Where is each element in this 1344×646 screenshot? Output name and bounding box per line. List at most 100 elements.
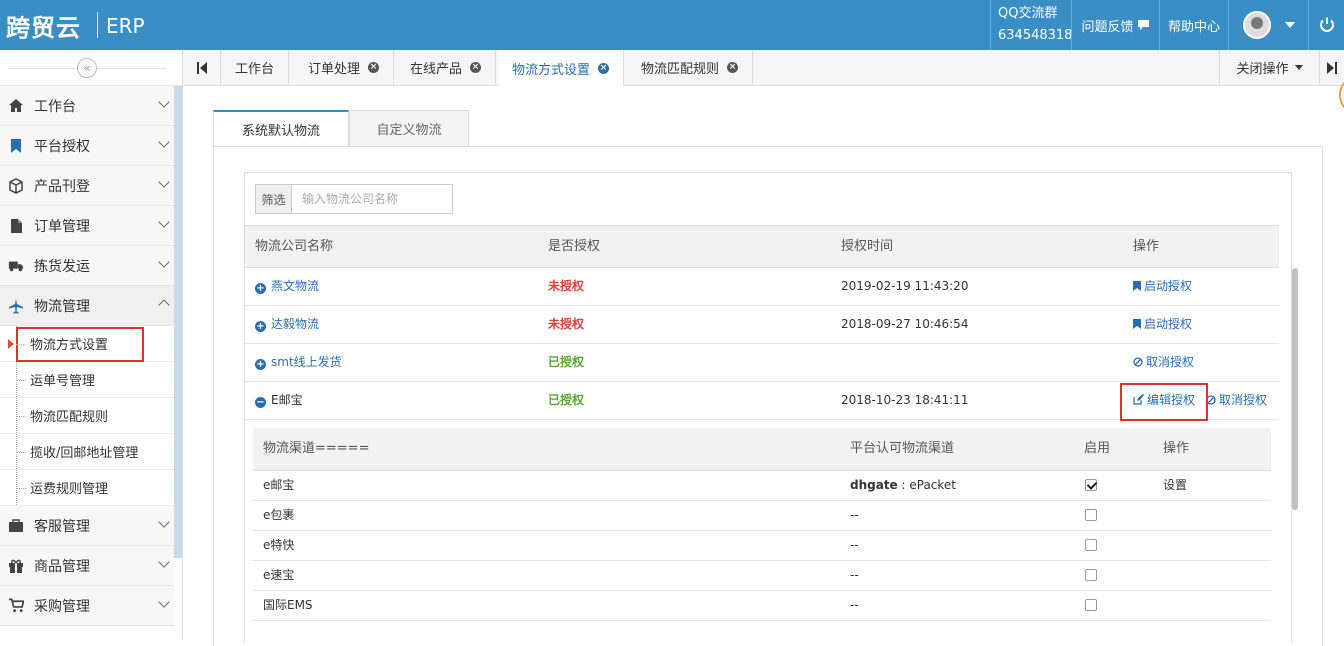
close-operations-dropdown[interactable]: 关闭操作 bbox=[1219, 50, 1320, 85]
expand-icon[interactable]: + bbox=[255, 359, 266, 370]
tab-matching-rules[interactable]: 物流匹配规则 × bbox=[627, 50, 754, 85]
cancel-auth-link[interactable]: 取消授权 bbox=[1206, 382, 1267, 419]
active-indicator-icon bbox=[8, 339, 14, 349]
chevron-up-icon bbox=[158, 299, 170, 311]
tab-scroll-left-button[interactable] bbox=[183, 50, 221, 85]
channel-row: e包裹 -- bbox=[253, 501, 1271, 531]
briefcase-icon bbox=[8, 518, 24, 534]
platform-name: dhgate bbox=[850, 478, 898, 492]
company-name: 燕文物流 bbox=[271, 279, 320, 293]
company-name-cell[interactable]: − E邮宝 bbox=[255, 382, 303, 419]
start-auth-link[interactable]: 启动授权 bbox=[1133, 268, 1192, 305]
company-search-input[interactable] bbox=[292, 185, 452, 213]
sidebar-subitem-pickup-address[interactable]: 揽收/回邮地址管理 bbox=[0, 434, 174, 470]
sidebar-scrollbar[interactable] bbox=[174, 86, 182, 558]
filter-label: 筛选 bbox=[256, 185, 292, 213]
sidebar-subitem-tracking-numbers[interactable]: 运单号管理 bbox=[0, 362, 174, 398]
sidebar-item-customer-service[interactable]: 客服管理 bbox=[0, 506, 174, 546]
close-icon[interactable]: × bbox=[727, 62, 739, 73]
sidebar-item-dashboard[interactable]: 工作台 bbox=[0, 86, 174, 126]
tab-logistics-method[interactable]: 物流方式设置 × bbox=[498, 50, 625, 86]
sidebar-item-goods[interactable]: 商品管理 bbox=[0, 546, 174, 586]
bookmark-icon bbox=[8, 138, 24, 154]
feedback-button[interactable]: 问题反馈 bbox=[1071, 0, 1159, 50]
company-name-cell[interactable]: + smt线上发货 bbox=[255, 344, 342, 381]
platform-channel: -- bbox=[850, 538, 859, 552]
skip-forward-icon bbox=[1327, 61, 1337, 74]
app-logo[interactable]: 跨贸云 bbox=[6, 8, 81, 43]
close-icon[interactable]: × bbox=[470, 62, 482, 73]
chevron-down-icon bbox=[158, 176, 170, 188]
user-menu-button[interactable] bbox=[1228, 0, 1308, 50]
top-bar: 跨贸云 ERP QQ交流群 634548318 问题反馈 帮助中心 bbox=[0, 0, 1344, 50]
sidebar-subitem-freight-rules[interactable]: 运费规则管理 bbox=[0, 470, 174, 506]
logout-button[interactable] bbox=[1308, 0, 1344, 50]
help-center-button[interactable]: 帮助中心 bbox=[1159, 0, 1228, 50]
settings-link[interactable]: 设置 bbox=[1163, 471, 1187, 500]
sidebar-subitem-matching-rules[interactable]: 物流匹配规则 bbox=[0, 398, 174, 434]
collapse-icon[interactable]: − bbox=[255, 397, 266, 408]
platform-channel: -- bbox=[850, 598, 859, 612]
sidebar-subitem-logistics-method[interactable]: 物流方式设置 bbox=[0, 326, 174, 362]
sidebar-item-orders[interactable]: 订单管理 bbox=[0, 206, 174, 246]
close-icon[interactable]: × bbox=[368, 62, 380, 73]
sidebar-item-label: 商品管理 bbox=[34, 558, 90, 575]
column-header: 是否授权 bbox=[548, 239, 601, 254]
sidebar-subitem-label: 揽收/回邮地址管理 bbox=[30, 446, 139, 461]
expand-icon[interactable]: + bbox=[255, 321, 266, 332]
expand-icon[interactable]: + bbox=[255, 283, 266, 294]
subtab-custom-logistics[interactable]: 自定义物流 bbox=[349, 110, 469, 147]
qq-group-info: QQ交流群 634548318 bbox=[990, 0, 1072, 50]
tab-label: 在线产品 bbox=[410, 62, 463, 77]
start-auth-label: 启动授权 bbox=[1144, 317, 1193, 331]
sidebar-item-label: 物流管理 bbox=[34, 298, 90, 315]
start-auth-link[interactable]: 启动授权 bbox=[1133, 306, 1192, 343]
auth-status: 未授权 bbox=[548, 279, 585, 293]
enable-checkbox[interactable] bbox=[1085, 509, 1097, 521]
company-name-cell[interactable]: + 达毅物流 bbox=[255, 306, 319, 343]
skip-back-icon bbox=[196, 61, 207, 74]
column-header: 物流渠道===== bbox=[263, 441, 370, 456]
subtab-system-logistics[interactable]: 系统默认物流 bbox=[213, 110, 349, 147]
highlight-box bbox=[16, 327, 144, 362]
company-name: E邮宝 bbox=[271, 393, 303, 407]
enable-checkbox[interactable] bbox=[1085, 599, 1097, 611]
column-header: 操作 bbox=[1133, 239, 1160, 254]
close-icon[interactable]: × bbox=[598, 62, 610, 74]
cancel-auth-link[interactable]: 取消授权 bbox=[1133, 344, 1194, 381]
sidebar-item-purchasing[interactable]: 采购管理 bbox=[0, 586, 174, 626]
chevron-down-icon bbox=[158, 216, 170, 228]
sidebar-item-product-listing[interactable]: 产品刊登 bbox=[0, 166, 174, 206]
chevron-down-icon bbox=[158, 96, 170, 108]
filter-group: 筛选 bbox=[255, 184, 453, 214]
sidebar-item-platform-auth[interactable]: 平台授权 bbox=[0, 126, 174, 166]
collapse-sidebar-button[interactable]: « bbox=[77, 58, 97, 78]
tab-dashboard[interactable]: 工作台 bbox=[221, 50, 290, 85]
company-name: 达毅物流 bbox=[271, 317, 320, 331]
sidebar-collapse-row: « bbox=[0, 50, 182, 86]
channel-row: 国际EMS -- bbox=[253, 591, 1271, 621]
tab-scroll-right-button[interactable] bbox=[1320, 50, 1344, 85]
sidebar-subitem-label: 物流匹配规则 bbox=[30, 410, 109, 425]
enable-checkbox[interactable] bbox=[1085, 539, 1097, 551]
table-row: + smt线上发货 已授权 取消授权 bbox=[245, 344, 1279, 382]
auth-status: 已授权 bbox=[548, 355, 585, 369]
plane-icon bbox=[8, 298, 24, 314]
sidebar-item-picking-shipping[interactable]: 拣货发运 bbox=[0, 246, 174, 286]
tab-order-processing[interactable]: 订单处理 × bbox=[294, 50, 395, 85]
enable-checkbox[interactable] bbox=[1085, 479, 1097, 491]
sidebar-item-logistics[interactable]: 物流管理 bbox=[0, 286, 174, 326]
cancel-auth-label: 取消授权 bbox=[1146, 355, 1195, 369]
tab-label: 工作台 bbox=[235, 62, 275, 77]
channel-table-header: 物流渠道===== 平台认可物流渠道 启用 操作 bbox=[253, 428, 1271, 471]
qq-group-label: QQ交流群 bbox=[998, 6, 1058, 21]
enable-checkbox[interactable] bbox=[1085, 569, 1097, 581]
tab-online-products[interactable]: 在线产品 × bbox=[396, 50, 497, 85]
chevron-down-icon bbox=[158, 256, 170, 268]
cancel-auth-label: 取消授权 bbox=[1219, 393, 1268, 407]
company-name-cell[interactable]: + 燕文物流 bbox=[255, 268, 319, 305]
home-icon bbox=[8, 98, 24, 114]
subtab-label: 系统默认物流 bbox=[241, 123, 320, 139]
content-scrollbar[interactable] bbox=[1292, 268, 1298, 510]
chat-bubble-icon bbox=[1137, 20, 1149, 30]
